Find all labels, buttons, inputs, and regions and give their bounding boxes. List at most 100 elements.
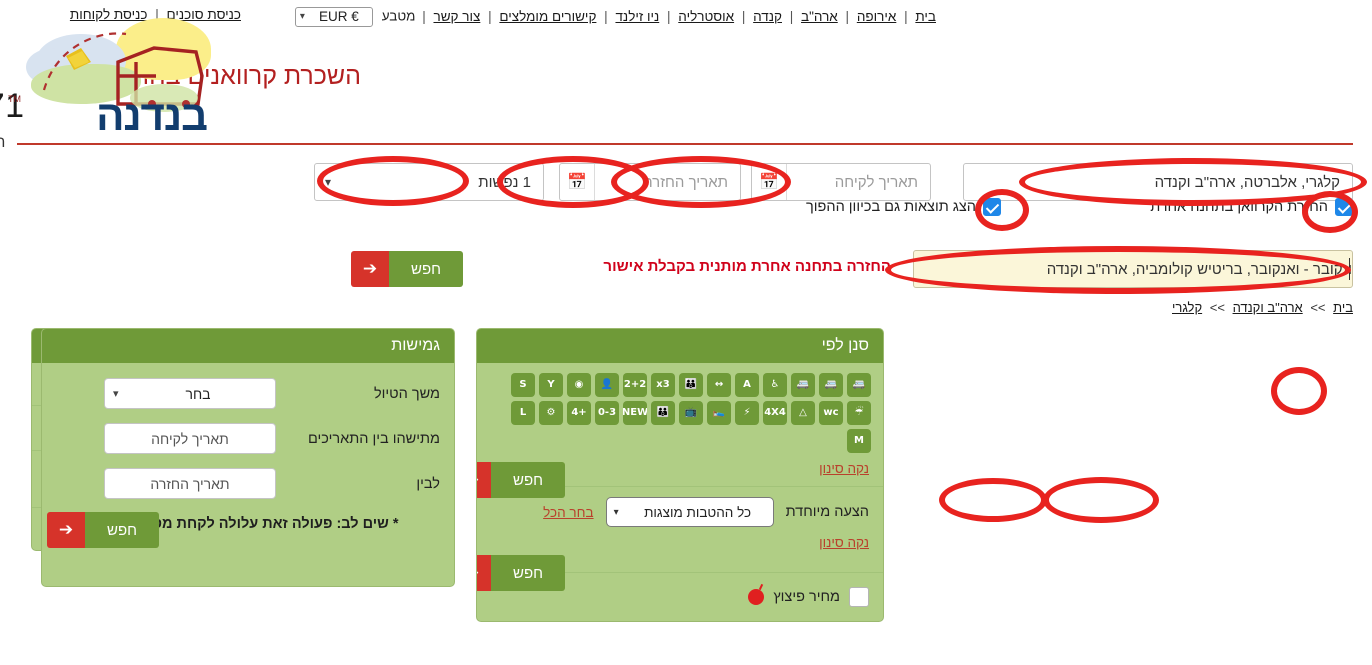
wheel-icon[interactable]: ◉ <box>568 373 592 397</box>
return-station-warning: החזרה בתחנה אחרת מותנית בקבלת אישור <box>604 258 892 275</box>
motorhome-plus4-icon[interactable]: +4 <box>568 401 592 425</box>
breadcrumb-item-home[interactable]: בית <box>1334 300 1354 315</box>
wheelchair-icon[interactable]: ♿ <box>764 373 788 397</box>
reverse-direction-checkbox[interactable] <box>984 198 1002 216</box>
seats-2plus2-icon[interactable]: 2+2 <box>624 373 648 397</box>
arrow-left-icon: ➔ <box>48 512 87 548</box>
trip-length-value: בחר <box>186 385 212 402</box>
family-icon[interactable]: 👪 <box>652 401 676 425</box>
nav-link-usa[interactable]: ארה"ב <box>802 9 839 24</box>
shower-icon[interactable]: ☔ <box>848 401 872 425</box>
panel-flexibility-body: משך הטיול ▾ בחר מתישהו בין התאריכים תארי… <box>43 363 455 586</box>
calendar-icon[interactable]: 📅 <box>753 164 788 200</box>
reverse-direction-option[interactable]: הצג תוצאות גם בכיוון ההפוך <box>807 198 1002 216</box>
chevron-down-icon: ▾ <box>326 175 333 189</box>
top-navigation[interactable]: בית | אירופה | ארה"ב | קנדה | אוסטרליה |… <box>295 7 938 27</box>
tv-icon[interactable]: 📺 <box>680 401 704 425</box>
nav-separator: | <box>489 8 493 24</box>
breadcrumb-item-city[interactable]: קלגרי <box>1173 300 1203 315</box>
search-button-label: חפש <box>390 251 464 287</box>
trailer-icon[interactable]: △ <box>792 401 816 425</box>
logo-wordmark: בנדנה <box>97 92 209 139</box>
nav-link-home[interactable]: בית <box>916 9 937 24</box>
search-button-main[interactable]: חפש ➔ <box>352 251 464 287</box>
motorhome-l-icon[interactable]: L <box>512 401 536 425</box>
seats-x3-icon[interactable]: x3 <box>652 373 676 397</box>
return-location-input[interactable]: ונקובר - ואנקובר, בריטיש קולומביה, ארה"ב… <box>914 250 1354 288</box>
motorhome-0-3-icon[interactable]: 0-3 <box>596 401 620 425</box>
long-vehicle-icon[interactable]: ↔ <box>708 373 732 397</box>
trip-length-row: משך הטיול ▾ בחר <box>43 371 455 416</box>
annotation-ellipse-unit <box>940 478 1048 522</box>
select-all-link[interactable]: בחר הכל <box>544 505 594 520</box>
nav-link-canada[interactable]: קנדה <box>754 9 783 24</box>
dropoff-date-input[interactable]: תאריך החזרה 📅 <box>560 163 742 201</box>
family-plus-icon[interactable]: 👪 <box>680 373 704 397</box>
return-station-row: ונקובר - ואנקובר, בריטיש קולומביה, ארה"ב… <box>0 250 1372 290</box>
blast-price-checkbox[interactable] <box>850 587 870 607</box>
between-dates-row: מתישהו בין התאריכים תאריך לקיחה <box>43 416 455 461</box>
bunk-bed-icon[interactable]: 🛌 <box>708 401 732 425</box>
search-options-row: החזרת הקרוואן בתחנה אחרת הצג תוצאות גם ב… <box>0 198 1372 224</box>
breadcrumb-separator: >> <box>1210 300 1226 315</box>
persons-value: 1 נפשות <box>479 173 532 191</box>
search-button-flexibility[interactable]: חפש ➔ <box>48 512 160 548</box>
trip-length-select[interactable]: ▾ בחר <box>105 378 277 409</box>
motorhome-m-icon[interactable]: M <box>848 429 872 453</box>
arrow-left-icon: ➔ <box>352 251 391 287</box>
persons-select[interactable]: 1 נפשות ▾ <box>315 163 545 201</box>
panel-filter-title: סנן לפי <box>478 329 884 363</box>
panel-filter-by: סנן לפי 🚐 🚐 🚐 ♿ A ↔ 👪 x3 2+2 👤 ◉ Y S ☔ w… <box>477 328 885 622</box>
search-button-filter-2[interactable]: חפש ➔ <box>478 555 566 591</box>
header-divider <box>18 143 1354 145</box>
nav-link-europe[interactable]: אירופה <box>858 9 898 24</box>
chevron-down-icon: ▾ <box>114 388 120 400</box>
power-icon[interactable]: ⚡ <box>736 401 760 425</box>
nav-link-australia[interactable]: אוסטרליה <box>679 9 735 24</box>
motorhome-icon[interactable]: 🚐 <box>820 373 844 397</box>
currency-value: EUR € <box>320 9 360 24</box>
annotation-ellipse-distance <box>1044 477 1160 523</box>
four-wheel-drive-icon[interactable]: 4X4 <box>764 401 788 425</box>
automatic-transmission-icon[interactable]: A <box>736 373 760 397</box>
generator-icon[interactable]: ⚙ <box>540 401 564 425</box>
new-icon[interactable]: NEW <box>624 401 648 425</box>
text-caret <box>1350 258 1351 280</box>
dropoff-date-placeholder: תאריך החזרה <box>644 173 729 191</box>
young-driver-icon[interactable]: Y <box>540 373 564 397</box>
flex-dropoff-date-input[interactable]: תאריך החזרה <box>105 468 277 499</box>
wc-icon[interactable]: wc <box>820 401 844 425</box>
return-other-station-checkbox[interactable] <box>1336 198 1354 216</box>
person-plus-icon[interactable]: 👤 <box>596 373 620 397</box>
clear-filter-link-2[interactable]: נקה סינון <box>820 535 870 550</box>
arrow-left-icon: ➔ <box>478 555 493 591</box>
filter-icon-grid: 🚐 🚐 🚐 ♿ A ↔ 👪 x3 2+2 👤 ◉ Y S ☔ wc △ 4X4 … <box>478 363 884 457</box>
pickup-date-input[interactable]: תאריך לקיחה 📅 <box>752 163 932 201</box>
nav-link-home-wrap: בית <box>915 9 938 24</box>
arrow-left-icon: ➔ <box>478 462 493 498</box>
motorhome-s-icon[interactable]: S <box>512 373 536 397</box>
nav-link-contact[interactable]: צור קשר <box>434 9 481 24</box>
pickup-location-input[interactable]: קלגרי, אלברטה, ארה"ב וקנדה <box>964 163 1354 201</box>
camper-van-icon[interactable]: 🚐 <box>848 373 872 397</box>
breadcrumb-item-region[interactable]: ארה"ב וקנדה <box>1234 300 1304 315</box>
site-logo[interactable]: בנדנה TM <box>7 18 222 139</box>
search-button-label: חפש <box>492 462 566 498</box>
motorhome-large-icon[interactable]: 🚐 <box>792 373 816 397</box>
return-other-station-option[interactable]: החזרת הקרוואן בתחנה אחרת <box>1151 198 1354 216</box>
to-date-label: לבין <box>417 475 441 492</box>
nav-separator: | <box>605 8 609 24</box>
nav-separator: | <box>790 8 795 24</box>
search-button-filter[interactable]: חפש ➔ <box>478 462 566 498</box>
clear-filter-link[interactable]: נקה סינון <box>820 461 870 476</box>
calendar-icon[interactable]: 📅 <box>561 164 596 200</box>
search-button-label: חפש <box>86 512 160 548</box>
currency-select[interactable]: ▾ EUR € <box>295 7 374 27</box>
nav-link-recommended[interactable]: קישורים מומלצים <box>500 9 597 24</box>
trip-length-label: משך הטיול <box>374 385 441 402</box>
nav-link-new-zealand[interactable]: ניו זילנד <box>616 9 660 24</box>
search-button-label: חפש <box>492 555 566 591</box>
flex-pickup-date-input[interactable]: תאריך לקיחה <box>105 423 277 454</box>
benefits-select[interactable]: ▾ כל ההטבות מוצגות <box>606 497 775 527</box>
chevron-down-icon: ▾ <box>614 507 620 518</box>
